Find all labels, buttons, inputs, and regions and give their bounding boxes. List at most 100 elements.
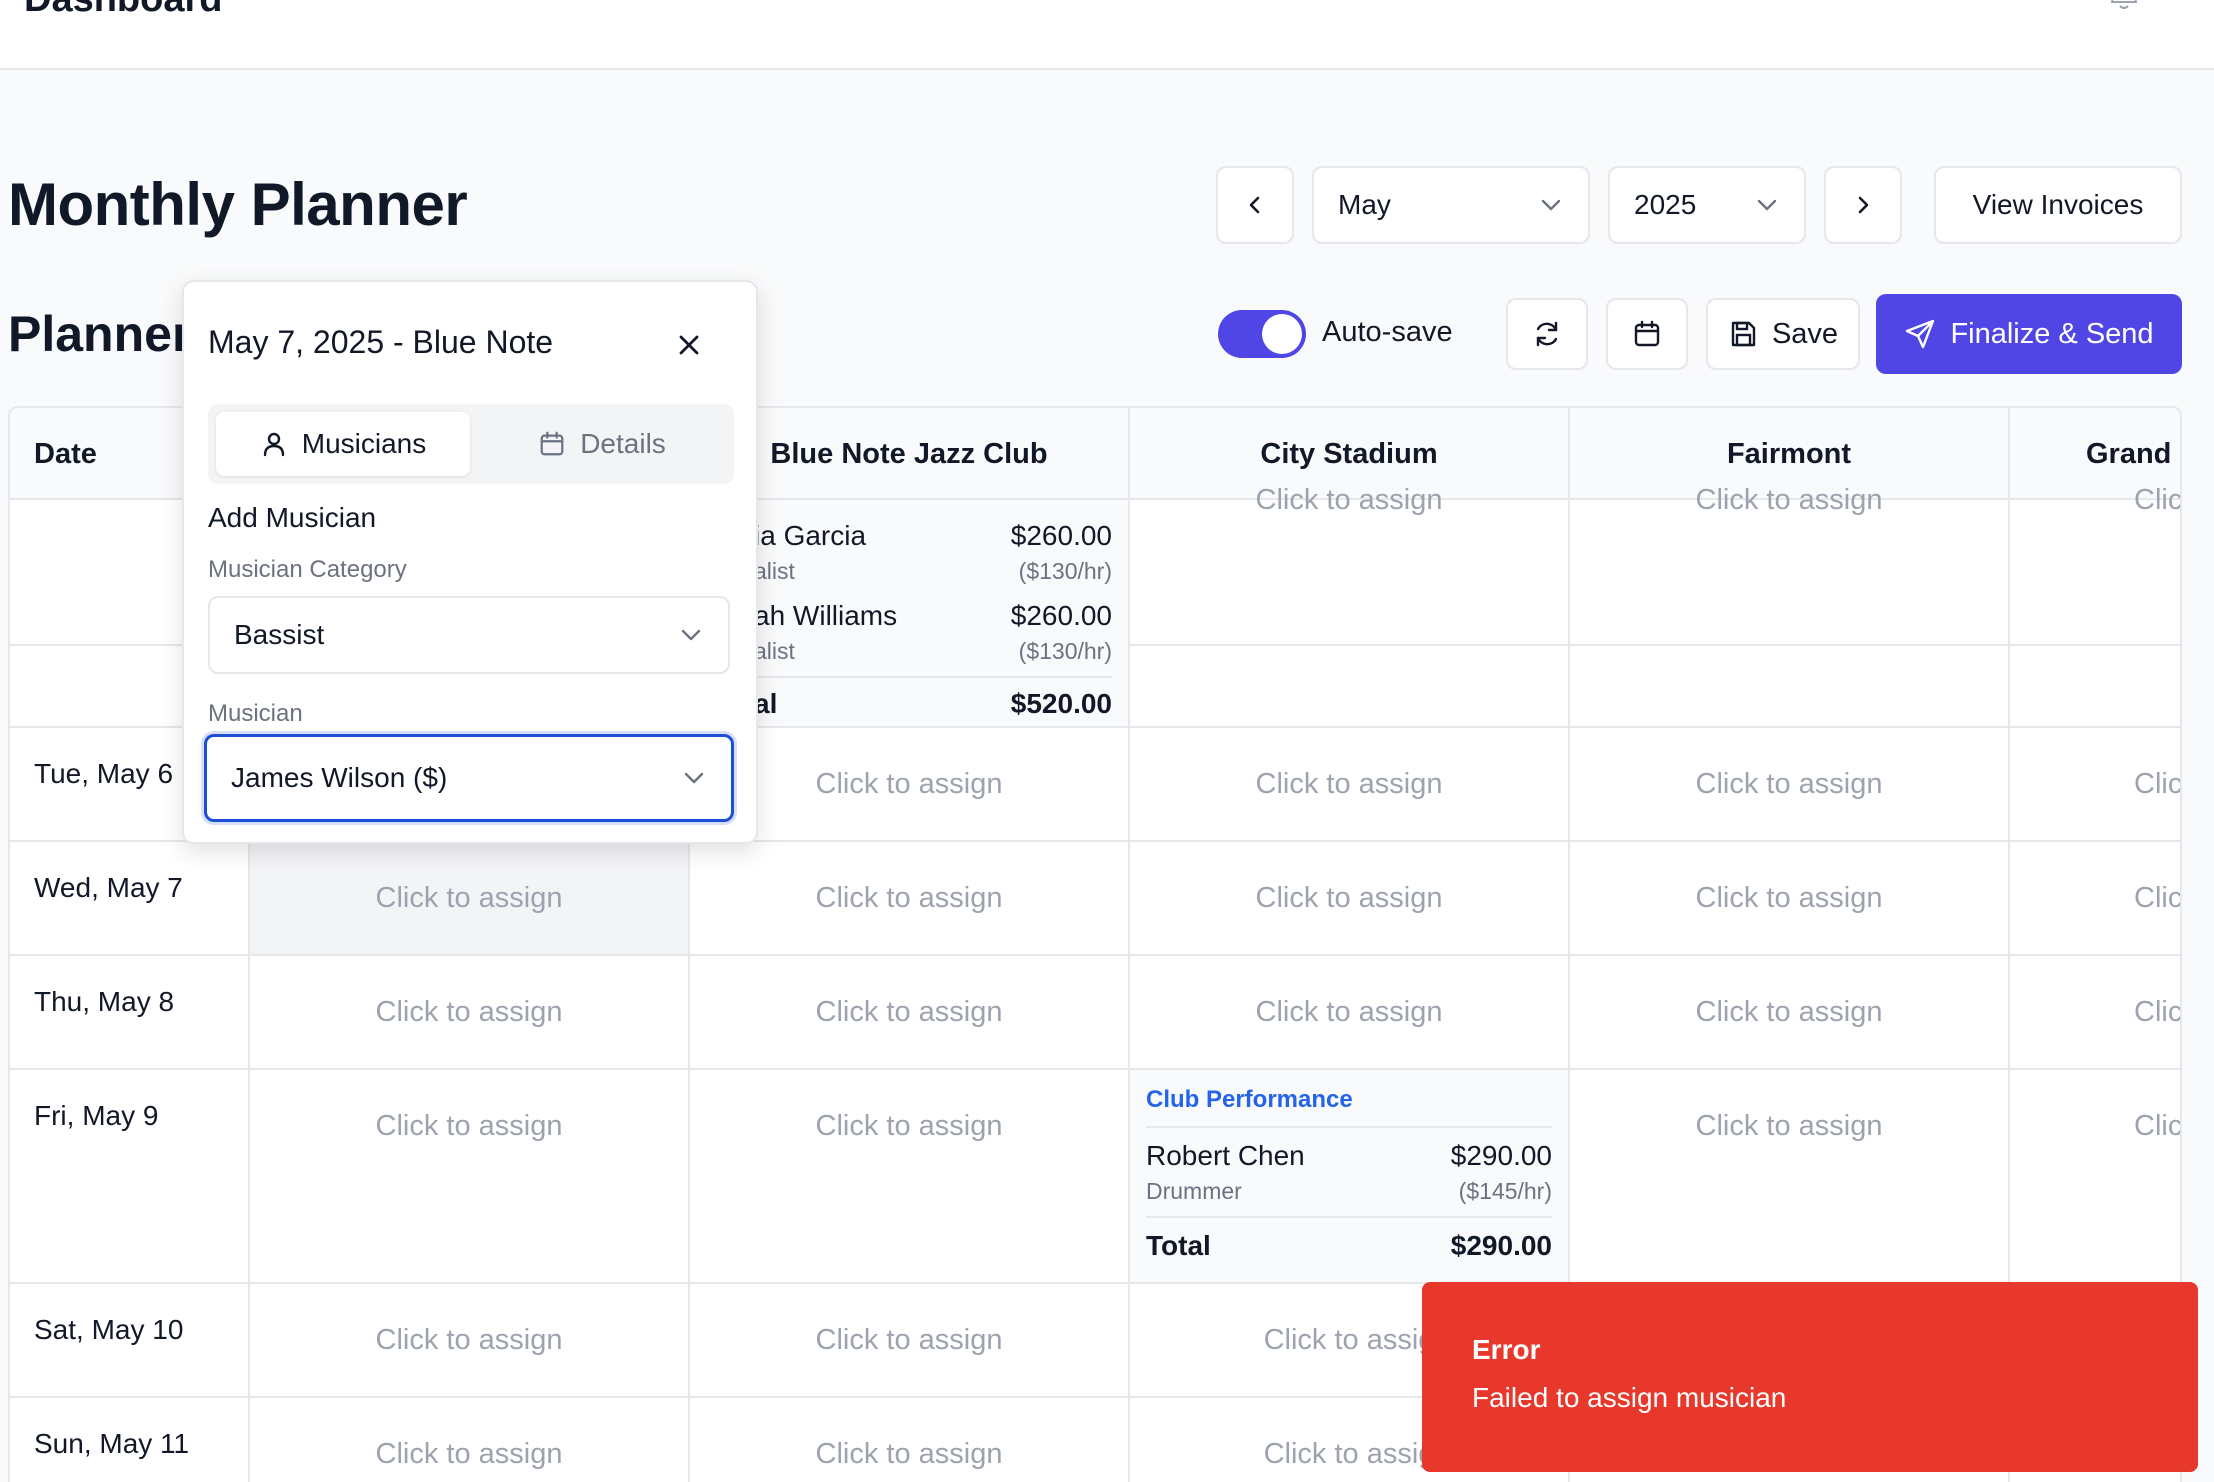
- assign-cell[interactable]: Click to assign: [1570, 1070, 2010, 1282]
- planner-title: Planner: [8, 306, 192, 362]
- assign-cell[interactable]: Clic: [2010, 842, 2180, 954]
- musician-amount: $290.00: [1450, 1140, 1552, 1171]
- chevron-down-icon: [1541, 199, 1561, 211]
- assign-cell[interactable]: Clic: [2010, 728, 2180, 840]
- calendar-icon: [540, 431, 564, 456]
- month-select[interactable]: May: [1312, 166, 1590, 244]
- category-select[interactable]: Bassist: [208, 596, 730, 674]
- refresh-button[interactable]: [1506, 298, 1588, 370]
- date-cell: Fri, May 9: [10, 1070, 250, 1282]
- assign-cell[interactable]: Click to assign: [690, 1284, 1130, 1396]
- prev-month-button[interactable]: [1216, 166, 1294, 244]
- assign-cell[interactable]: Clic: [2010, 956, 2180, 1068]
- assign-cell[interactable]: Click to assign: [690, 842, 1130, 954]
- total-value: $290.00: [1450, 1230, 1552, 1261]
- user-icon: [263, 432, 284, 457]
- assign-cell[interactable]: [2010, 500, 2180, 726]
- assign-cell[interactable]: Click to assign: [250, 1398, 690, 1482]
- musician-name: Robert Chen: [1146, 1140, 1305, 1171]
- musician-amount: $260.00: [1010, 600, 1112, 631]
- close-icon[interactable]: [676, 332, 702, 358]
- musician-select[interactable]: James Wilson ($): [204, 734, 734, 822]
- musician-rate: ($130/hr): [1018, 638, 1112, 664]
- add-musician-heading: Add Musician: [208, 502, 377, 533]
- assign-cell[interactable]: [1570, 500, 2010, 726]
- assign-cell-selected[interactable]: Click to assign: [250, 842, 690, 954]
- view-invoices-button[interactable]: View Invoices: [1934, 166, 2182, 244]
- tab-details[interactable]: Details: [478, 412, 726, 476]
- date-cell: Sun, May 11: [10, 1398, 250, 1482]
- category-value: Bassist: [234, 619, 325, 650]
- chevron-right-icon: [1858, 196, 1869, 214]
- toast-message: Failed to assign musician: [1472, 1382, 1787, 1413]
- assign-cell[interactable]: Click to assign: [690, 1398, 1130, 1482]
- category-label: Musician Category: [208, 556, 407, 583]
- date-cell: Thu, May 8: [10, 956, 250, 1068]
- chevron-left-icon: [1249, 196, 1260, 214]
- assign-cell[interactable]: Click to assign: [1570, 728, 2010, 840]
- assign-cell[interactable]: Click to assign: [690, 1070, 1130, 1282]
- finalize-label: Finalize & Send: [1950, 317, 2154, 350]
- assign-cell[interactable]: Click to assign: [1130, 728, 1570, 840]
- year-select[interactable]: 2025: [1608, 166, 1806, 244]
- top-header: Dashboard: [0, 0, 2214, 70]
- autosave-label: Auto-save: [1322, 316, 1453, 348]
- header-title: Dashboard: [24, 0, 222, 21]
- month-select-value: May: [1338, 189, 1391, 220]
- calendar-button[interactable]: [1606, 298, 1688, 370]
- assign-cell[interactable]: Clic: [2010, 1070, 2180, 1282]
- musician-amount: $260.00: [1010, 520, 1112, 551]
- date-cell: Sat, May 10: [10, 1284, 250, 1396]
- tab-musicians-label: Musicians: [301, 428, 427, 459]
- refresh-icon: [1536, 321, 1558, 347]
- total-value: $520.00: [1010, 688, 1112, 719]
- assign-popover: May 7, 2025 - Blue Note Musicians Detail…: [182, 280, 758, 844]
- assign-cell[interactable]: [1130, 500, 1570, 726]
- assign-cell[interactable]: Click to assign: [250, 1070, 690, 1282]
- toast-title: Error: [1472, 1334, 1541, 1365]
- total-label: Total: [1146, 1230, 1211, 1261]
- assign-cell[interactable]: Click to assign: [690, 956, 1130, 1068]
- assign-cell[interactable]: Click to assign: [1570, 956, 2010, 1068]
- table-row: Fri, May 9 Click to assign Click to assi…: [10, 1070, 2180, 1284]
- save-label: Save: [1771, 317, 1839, 350]
- send-icon: [1906, 319, 1935, 349]
- finalize-send-button[interactable]: Finalize & Send: [1876, 294, 2182, 374]
- save-icon: [1731, 321, 1756, 347]
- divider: [1146, 1126, 1552, 1128]
- date-cell: Wed, May 7: [10, 842, 250, 954]
- popover-tabs: Musicians Details: [208, 404, 734, 484]
- musician-rate: ($145/hr): [1458, 1178, 1552, 1204]
- assign-cell[interactable]: Click to assign: [250, 1284, 690, 1396]
- page-title: Monthly Planner: [8, 171, 468, 238]
- chevron-down-icon: [681, 629, 701, 641]
- musician-name: ah Williams: [754, 600, 898, 631]
- assign-cell[interactable]: Click to assign: [1570, 842, 2010, 954]
- table-row: Thu, May 8 Click to assign Click to assi…: [10, 956, 2180, 1070]
- autosave-toggle[interactable]: [1218, 310, 1306, 358]
- divider: [1146, 1216, 1552, 1218]
- calendar-icon: [1634, 320, 1660, 347]
- musician-role: alist: [754, 558, 795, 584]
- assign-cell[interactable]: Click to assign: [1130, 956, 1570, 1068]
- popover-title: May 7, 2025 - Blue Note: [208, 324, 554, 360]
- musician-role: Drummer: [1146, 1178, 1242, 1204]
- tab-musicians[interactable]: Musicians: [216, 412, 470, 476]
- musician-label: Musician: [208, 700, 303, 727]
- musician-rate: ($130/hr): [1018, 558, 1112, 584]
- chevron-down-icon: [1757, 199, 1777, 211]
- year-select-value: 2025: [1634, 189, 1697, 220]
- tab-details-label: Details: [580, 428, 666, 459]
- assign-cell[interactable]: Click to assign: [250, 956, 690, 1068]
- musician-value: James Wilson ($): [231, 762, 448, 793]
- toggle-knob: [1262, 314, 1302, 354]
- table-row: Wed, May 7 Click to assign Click to assi…: [10, 842, 2180, 956]
- bell-icon[interactable]: [2110, 0, 2138, 12]
- next-month-button[interactable]: [1824, 166, 1902, 244]
- chevron-down-icon: [684, 772, 704, 784]
- booking-cell[interactable]: Club Performance Robert Chen Drummer $29…: [1130, 1070, 1570, 1282]
- assign-cell[interactable]: Click to assign: [1130, 842, 1570, 954]
- save-button[interactable]: Save: [1706, 298, 1860, 370]
- error-toast[interactable]: Error Failed to assign musician: [1422, 1282, 2198, 1472]
- musician-role: alist: [754, 638, 795, 664]
